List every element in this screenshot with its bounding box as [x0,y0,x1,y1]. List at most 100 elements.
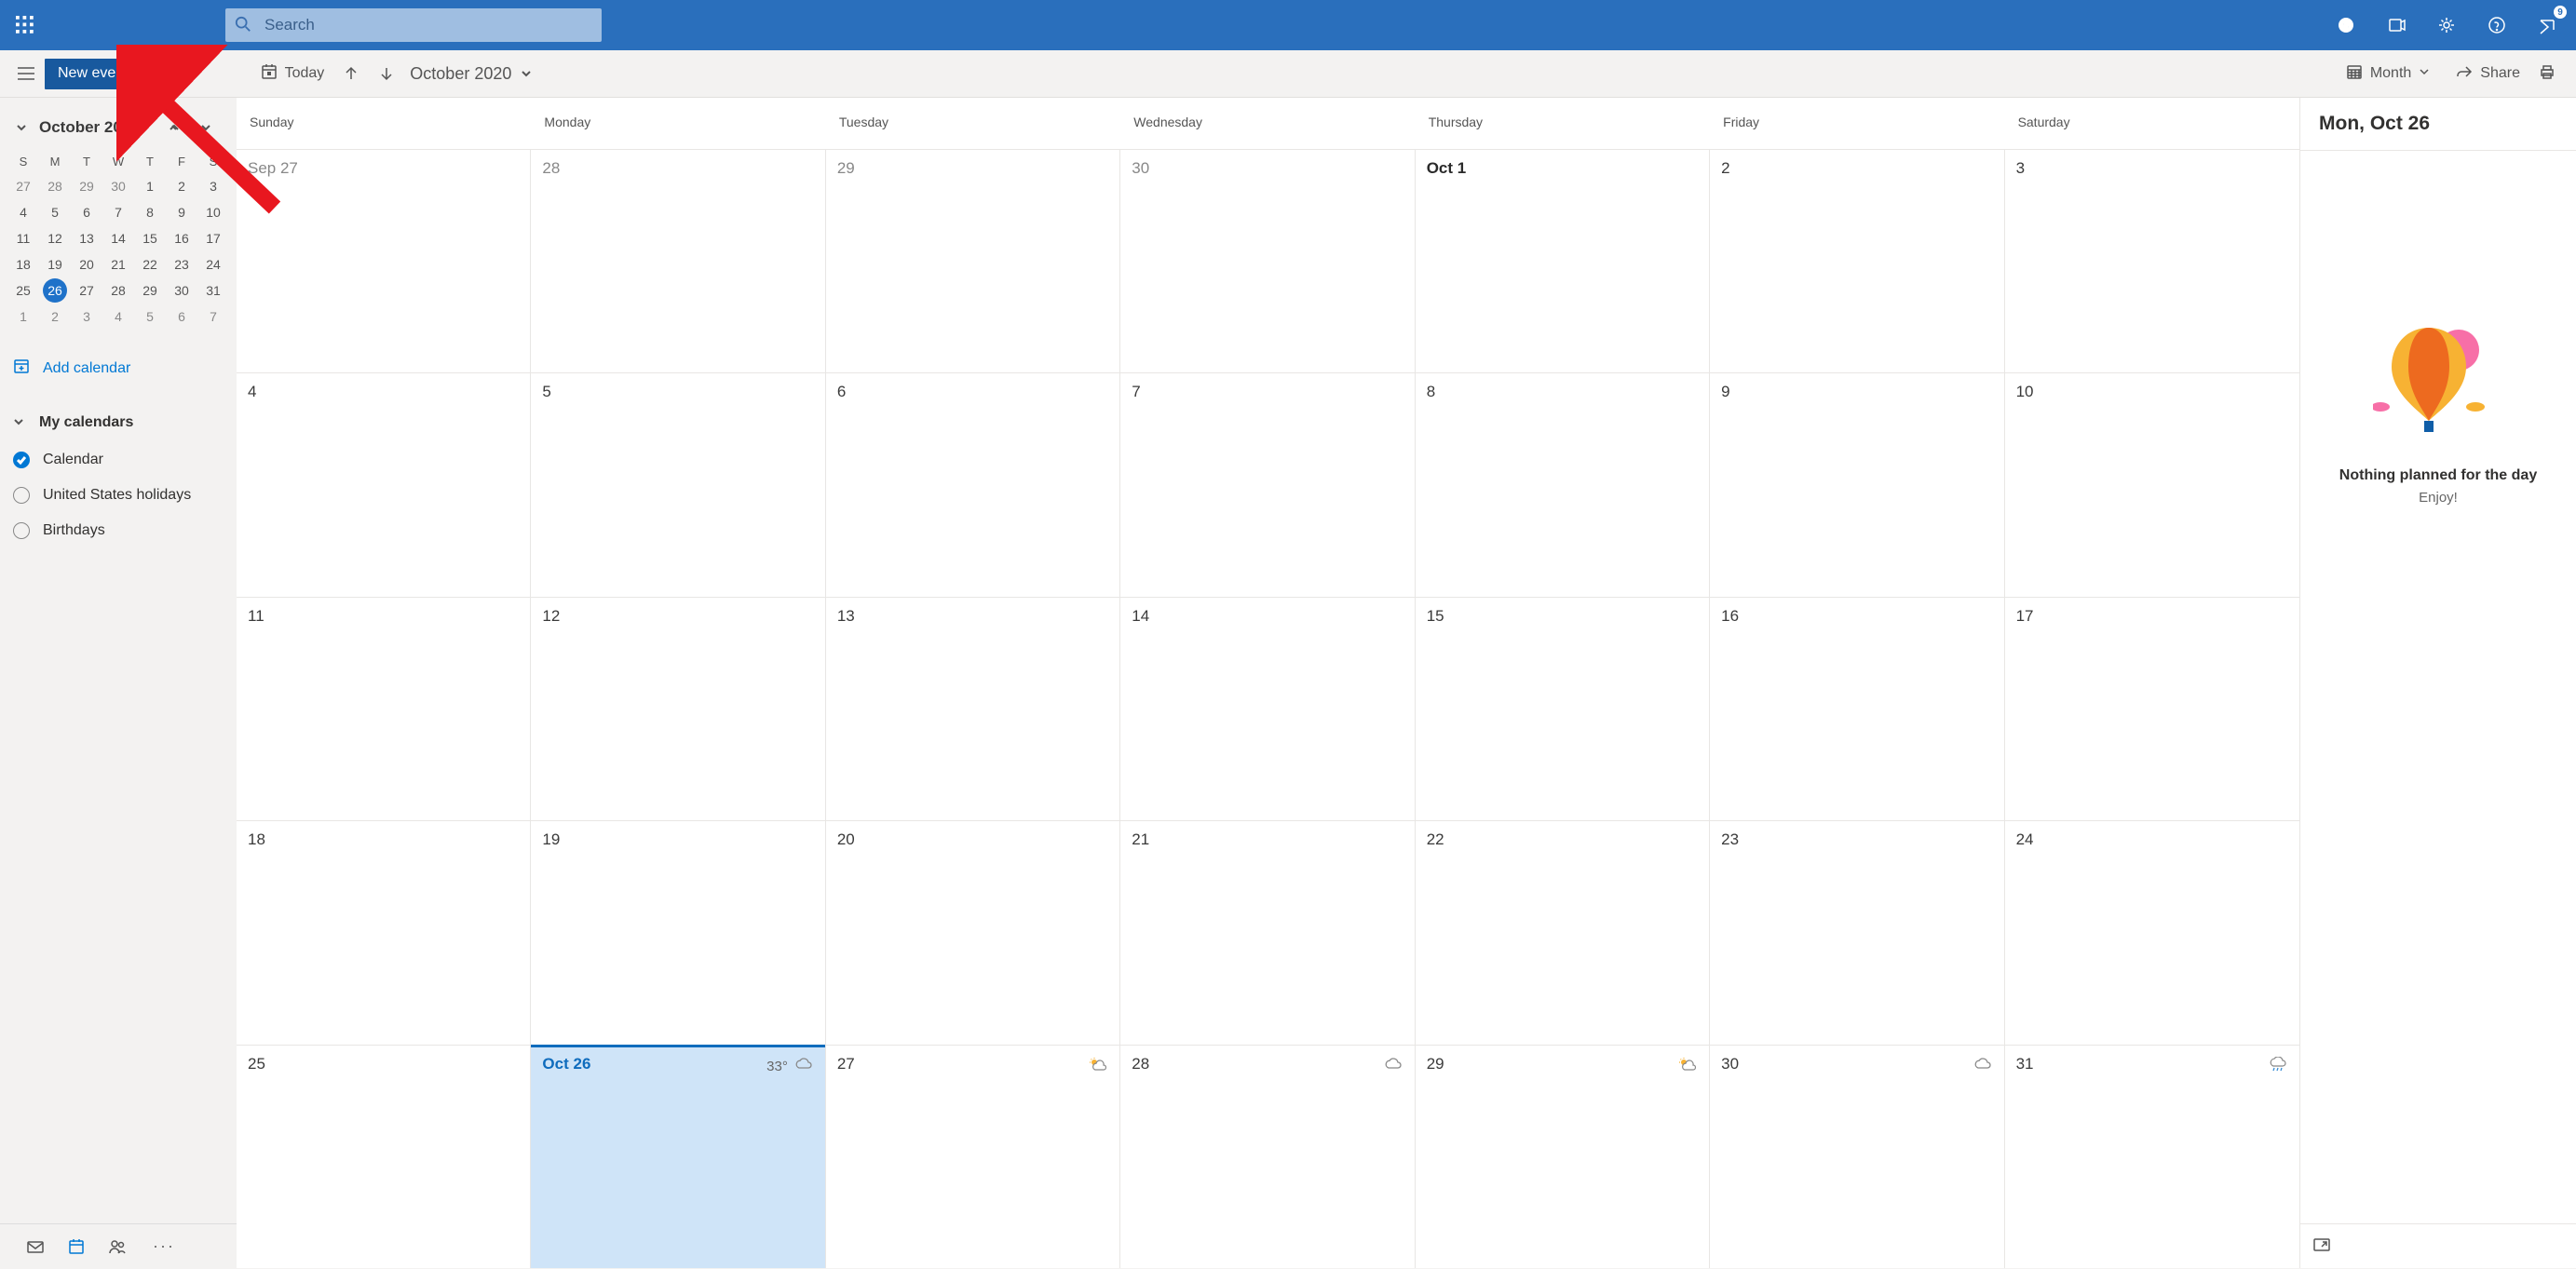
calendar-cell[interactable]: 18 [237,820,531,1044]
calendar-cell[interactable]: 29 [826,149,1120,372]
mini-day-cell[interactable]: 31 [197,277,229,304]
mini-day-cell[interactable]: 30 [102,173,134,199]
calendar-cell[interactable]: 16 [1710,597,2004,820]
mini-day-cell[interactable]: 29 [134,277,166,304]
mini-day-cell[interactable]: 12 [39,225,71,251]
mini-day-cell[interactable]: 27 [7,173,39,199]
whats-new-icon[interactable] [2371,0,2421,50]
calendar-cell[interactable]: 23 [1710,820,2004,1044]
mini-day-cell[interactable]: 4 [102,304,134,330]
open-in-new-window-icon[interactable] [2313,1238,2330,1254]
mini-day-cell[interactable]: 28 [102,277,134,304]
calendar-cell[interactable]: 28 [531,149,825,372]
calendar-module-icon[interactable] [56,1224,97,1269]
mini-day-cell[interactable]: 6 [166,304,197,330]
mini-day-cell[interactable]: 7 [102,199,134,225]
hamburger-icon[interactable] [7,50,45,98]
mini-day-cell[interactable]: 4 [7,199,39,225]
mini-day-cell[interactable]: 3 [197,173,229,199]
view-switcher[interactable]: Month [2337,50,2447,98]
mini-day-cell[interactable]: 20 [71,251,102,277]
mini-day-cell[interactable]: 16 [166,225,197,251]
calendar-cell[interactable]: 29 [1416,1045,1710,1268]
calendar-cell[interactable]: 30 [1710,1045,2004,1268]
add-calendar-button[interactable]: Add calendar [7,346,229,390]
mini-day-cell[interactable]: 14 [102,225,134,251]
calendar-cell[interactable]: 19 [531,820,825,1044]
calendar-cell[interactable]: 8 [1416,372,1710,596]
calendar-cell[interactable]: 11 [237,597,531,820]
search-input[interactable] [264,16,592,34]
calendar-group-header[interactable]: My calendars [7,409,229,437]
mini-day-cell[interactable]: 15 [134,225,166,251]
current-month-dropdown[interactable]: October 2020 [404,64,537,84]
calendar-checkbox[interactable] [13,487,30,504]
app-launcher-icon[interactable] [0,0,50,50]
calendar-cell[interactable]: 17 [2005,597,2299,820]
calendar-cell[interactable]: 20 [826,820,1120,1044]
calendar-cell[interactable]: 4 [237,372,531,596]
collapse-mini-icon[interactable] [13,119,30,136]
mail-module-icon[interactable] [15,1224,56,1269]
new-event-button[interactable]: New event [45,59,142,89]
notifications-icon[interactable]: 9 [2522,0,2572,50]
help-icon[interactable] [2472,0,2522,50]
calendar-cell[interactable]: 10 [2005,372,2299,596]
calendar-cell[interactable]: Oct 1 [1416,149,1710,372]
calendar-checkbox[interactable] [13,522,30,539]
print-button[interactable] [2529,50,2569,98]
calendar-list-item[interactable]: United States holidays [7,478,229,513]
calendar-cell[interactable]: 25 [237,1045,531,1268]
mini-day-cell[interactable]: 1 [134,173,166,199]
mini-day-cell[interactable]: 18 [7,251,39,277]
skype-icon[interactable]: S [2321,0,2371,50]
mini-day-cell[interactable]: 23 [166,251,197,277]
calendar-cell[interactable]: 22 [1416,820,1710,1044]
calendar-checkbox[interactable] [13,452,30,468]
mini-day-cell[interactable]: 21 [102,251,134,277]
calendar-cell[interactable]: 5 [531,372,825,596]
mini-day-cell[interactable]: 19 [39,251,71,277]
mini-day-cell[interactable]: 30 [166,277,197,304]
calendar-cell[interactable]: 14 [1120,597,1415,820]
calendar-cell[interactable]: 2 [1710,149,2004,372]
mini-day-cell[interactable]: 1 [7,304,39,330]
prev-period-button[interactable] [333,50,369,98]
mini-day-cell[interactable]: 6 [71,199,102,225]
calendar-cell[interactable]: 27 [826,1045,1120,1268]
mini-day-cell[interactable]: 5 [134,304,166,330]
mini-next-icon[interactable] [197,119,214,136]
mini-day-cell[interactable]: 8 [134,199,166,225]
calendar-cell[interactable]: 9 [1710,372,2004,596]
calendar-cell[interactable]: 28 [1120,1045,1415,1268]
settings-icon[interactable] [2421,0,2472,50]
calendar-cell[interactable]: 30 [1120,149,1415,372]
today-button[interactable]: Today [251,50,334,98]
mini-day-cell[interactable]: 22 [134,251,166,277]
mini-day-cell[interactable]: 10 [197,199,229,225]
calendar-cell[interactable]: 13 [826,597,1120,820]
calendar-list-item[interactable]: Birthdays [7,513,229,548]
mini-day-cell[interactable]: 24 [197,251,229,277]
mini-day-cell[interactable]: 25 [7,277,39,304]
calendar-cell[interactable]: 15 [1416,597,1710,820]
calendar-cell[interactable]: 3 [2005,149,2299,372]
mini-day-cell[interactable]: 29 [71,173,102,199]
calendar-cell[interactable]: Sep 27 [237,149,531,372]
next-period-button[interactable] [369,50,404,98]
share-button[interactable]: Share [2447,50,2529,98]
calendar-cell[interactable]: Oct 2633° [531,1045,825,1268]
mini-day-cell[interactable]: 5 [39,199,71,225]
mini-prev-icon[interactable] [166,119,183,136]
mini-day-cell[interactable]: 2 [39,304,71,330]
mini-day-cell[interactable]: 11 [7,225,39,251]
mini-day-cell[interactable]: 3 [71,304,102,330]
calendar-cell[interactable]: 31 [2005,1045,2299,1268]
mini-day-cell[interactable]: 17 [197,225,229,251]
calendar-cell[interactable]: 24 [2005,820,2299,1044]
people-module-icon[interactable] [97,1224,138,1269]
mini-day-cell[interactable]: 7 [197,304,229,330]
mini-day-cell[interactable]: 13 [71,225,102,251]
mini-day-cell[interactable]: 26 [39,277,71,304]
mini-day-cell[interactable]: 9 [166,199,197,225]
